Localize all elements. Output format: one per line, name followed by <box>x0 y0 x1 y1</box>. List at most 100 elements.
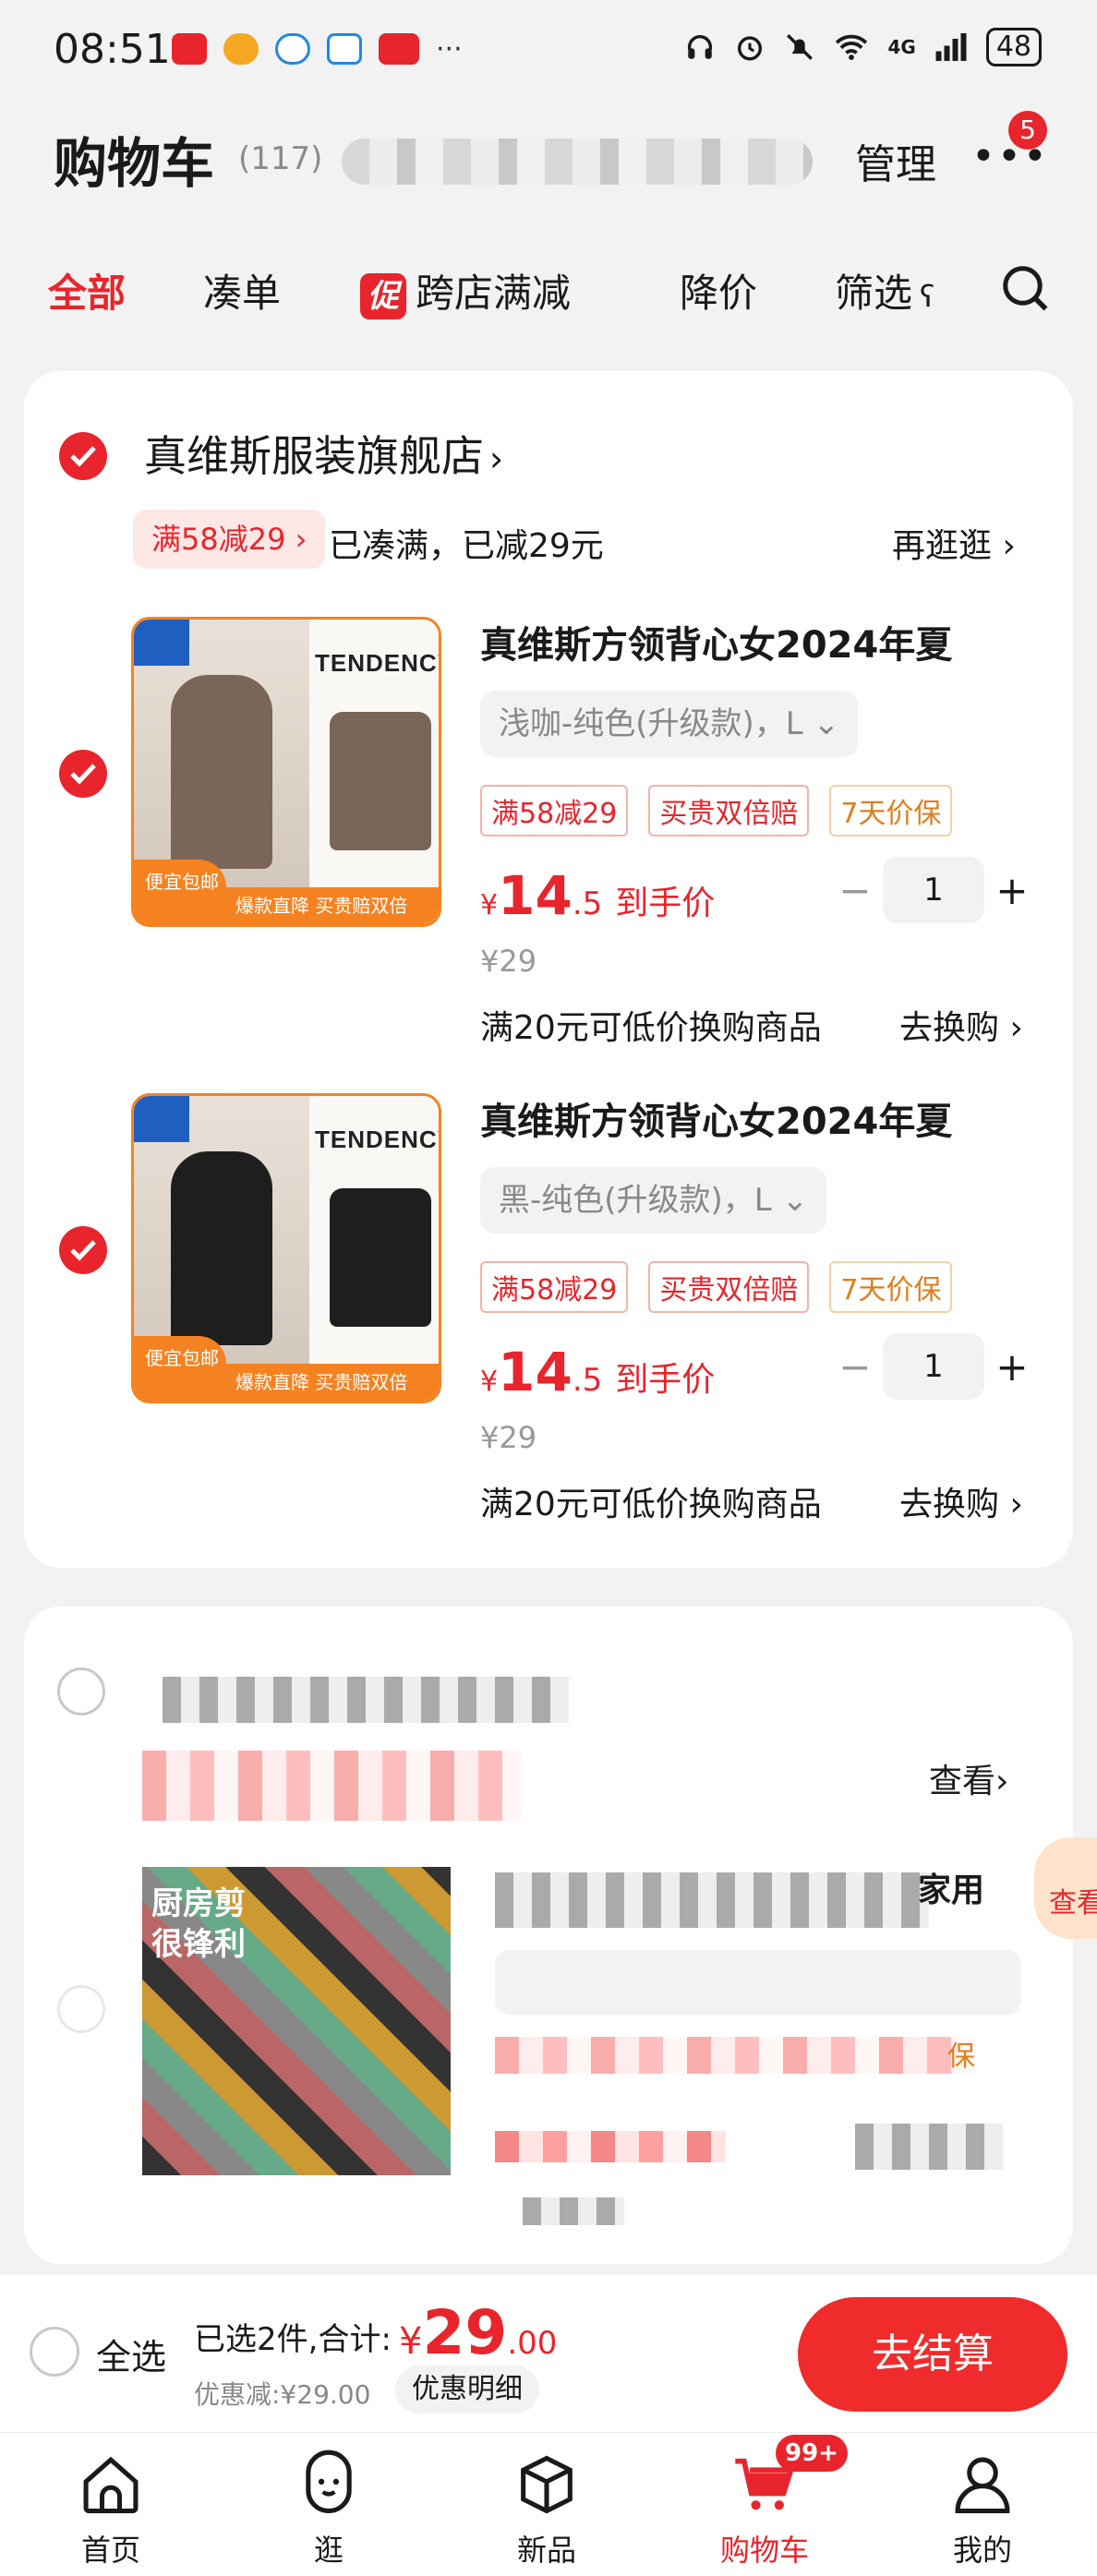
quantity-input[interactable]: 1 <box>883 857 984 923</box>
search-icon[interactable] <box>997 260 1053 316</box>
headphones-icon <box>688 35 713 59</box>
title-partial: 家用 <box>918 1872 985 1909</box>
app-notification-icon <box>172 33 207 65</box>
tag-price-protect: 7天价保 <box>829 785 953 837</box>
select-all-checkbox[interactable] <box>30 2327 79 2377</box>
nav-new-label: 新品 <box>516 2533 576 2568</box>
nav-explore[interactable]: 逛 <box>255 2433 403 2570</box>
nav-profile-label: 我的 <box>952 2533 1012 2568</box>
plus-button[interactable]: + <box>984 868 1040 913</box>
browse-more-link[interactable]: 再逛逛 › <box>892 519 1016 567</box>
battery-indicator: 48 <box>985 28 1042 66</box>
store-checkbox[interactable] <box>57 1667 105 1715</box>
page-title: 购物车 <box>54 132 215 195</box>
store-name[interactable]: 真维斯服装旗舰店 › <box>144 423 503 484</box>
tab-filter[interactable]: 筛选 ʕ <box>835 262 934 319</box>
swap-link[interactable]: 去换购 › <box>899 1001 1023 1049</box>
tag-price-guarantee: 买贵双倍赔 <box>648 1261 810 1313</box>
final-price: ¥14.5 到手价 <box>480 864 715 927</box>
product-image[interactable]: TENDENCY 爆款直降 买贵赔双倍 便宜包邮 <box>131 617 441 927</box>
minus-button[interactable]: − <box>827 1344 883 1390</box>
minus-button[interactable]: − <box>827 868 883 913</box>
product-title[interactable]: 真维斯方领背心女2024年夏 <box>480 615 952 668</box>
total-yen: ¥ <box>399 2320 423 2363</box>
filter-tabs: 全部 凑单 促跨店满减 降价 筛选 ʕ <box>0 249 1097 332</box>
swap-link-text: 去换购 <box>899 1009 1000 1047</box>
sku-selector[interactable]: 浅咖-纯色(升级款)，L ⌄ <box>480 691 859 757</box>
wifi-icon <box>836 34 868 60</box>
thumb-brand: TENDENCY <box>315 1125 441 1153</box>
cart-count: (117) <box>238 140 323 177</box>
box-icon <box>521 2455 573 2514</box>
price-yen: ¥ <box>480 889 499 921</box>
swap-link-text: 去换购 <box>899 1486 1000 1523</box>
chevron-right-icon: › <box>489 439 504 479</box>
price-dec: .5 <box>572 885 603 922</box>
store-card-blurred: 查看› 厨房剪很锋利 家用 保 查看 <box>24 1607 1097 2264</box>
store-promo-status: 已凑满，已减29元 <box>329 527 604 565</box>
thumb-corner: 便宜包邮 <box>134 860 226 924</box>
chevron-down-icon: ⌄ <box>781 1182 809 1219</box>
blurred-sku-selector[interactable] <box>495 1950 1021 2015</box>
tab-price-drop[interactable]: 降价 <box>680 262 757 319</box>
quantity-stepper: − 1 + <box>827 857 1040 923</box>
tab-cross-store-label: 跨店满减 <box>416 271 572 316</box>
total-int: 29 <box>422 2297 508 2368</box>
cart-badge: 99+ <box>776 2435 848 2472</box>
chevron-right-icon: › <box>1002 527 1016 565</box>
nav-home[interactable]: 首页 <box>37 2433 185 2570</box>
tank-top-shape <box>330 712 431 850</box>
swap-link[interactable]: 去换购 › <box>899 1477 1023 1525</box>
store-checkbox[interactable] <box>59 432 107 480</box>
more-notifications-icon: ··· <box>436 33 463 66</box>
peek-widget[interactable]: 查看 <box>1034 1837 1097 1939</box>
browse-more-link[interactable]: 查看› <box>929 1754 1008 1802</box>
manage-button[interactable]: 管理 <box>855 131 936 190</box>
select-all-label[interactable]: 全选 <box>96 2329 166 2379</box>
app-icon <box>327 33 362 65</box>
brand-logo <box>134 1096 189 1142</box>
product-image[interactable]: TENDENCY 爆款直降 买贵赔双倍 便宜包邮 <box>131 1093 441 1403</box>
plus-button[interactable]: + <box>984 1344 1040 1390</box>
signal-icon <box>935 33 967 61</box>
product-checkbox[interactable] <box>57 1985 105 2033</box>
price-label: 到手价 <box>615 1361 716 1399</box>
tag-partial: 保 <box>947 2040 975 2073</box>
address-selector[interactable] <box>342 138 813 185</box>
filter-icon: ʕ <box>920 279 935 314</box>
total-price: ¥29.00 <box>399 2297 557 2368</box>
sku-text: 浅咖-纯色(升级款)，L <box>499 705 803 742</box>
tank-top-shape <box>330 1188 431 1327</box>
store-promo-tag[interactable]: 满58减29 › <box>133 510 326 569</box>
browse-more-text: 再逛逛 <box>892 527 993 565</box>
discount-detail-button[interactable]: 优惠明细 <box>395 2365 539 2413</box>
status-time: 08:51 <box>54 26 171 73</box>
swap-offer-text: 满20元可低价换购商品 <box>480 1009 822 1047</box>
model-figure <box>171 1151 272 1345</box>
nav-new[interactable]: 新品 <box>473 2433 621 2570</box>
nav-cart[interactable]: 购物车 99+ <box>691 2433 848 2570</box>
product-title[interactable]: 真维斯方领背心女2024年夏 <box>480 1091 952 1145</box>
store-promo-tag-text: 满58减29 <box>151 522 286 557</box>
nav-profile[interactable]: 我的 <box>909 2433 1056 2570</box>
quantity-input[interactable]: 1 <box>883 1333 984 1400</box>
tag-discount: 满58减29 <box>480 1261 629 1313</box>
browse-more-text: 查看 <box>929 1763 996 1800</box>
home-icon <box>83 2456 139 2514</box>
sku-selector[interactable]: 黑-纯色(升级款)，L ⌄ <box>480 1167 827 1234</box>
mute-icon <box>787 34 814 60</box>
product-checkbox[interactable] <box>59 750 107 798</box>
checkout-button[interactable]: 去结算 <box>798 2297 1067 2412</box>
user-icon <box>955 2457 1010 2514</box>
tab-all[interactable]: 全部 <box>48 262 126 319</box>
store-card: 真维斯服装旗舰店 › 满58减29 › 已凑满，已减29元 再逛逛 › TENDE… <box>24 371 1073 1568</box>
brand-logo <box>134 620 189 666</box>
tab-combine[interactable]: 凑单 <box>203 262 281 319</box>
alarm-icon <box>738 36 763 61</box>
explore-icon <box>306 2450 352 2514</box>
tab-cross-store[interactable]: 促跨店满减 <box>360 262 571 319</box>
blurred-product-title <box>495 1872 929 1928</box>
cart-header: 购物车 (117) 管理 ••• 5 <box>0 111 1097 212</box>
nav-explore-label: 逛 <box>313 2533 344 2568</box>
product-checkbox[interactable] <box>59 1226 107 1274</box>
